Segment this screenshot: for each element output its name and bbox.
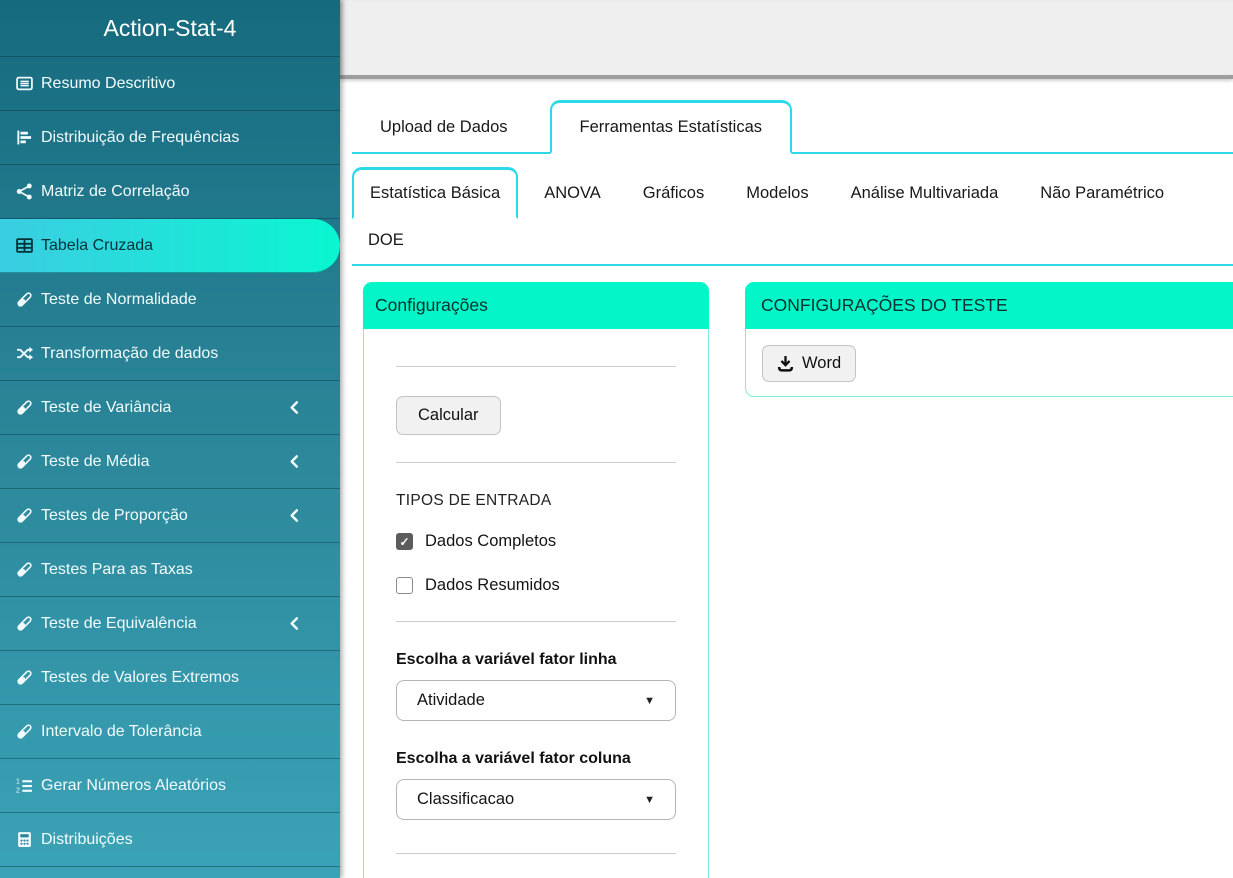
vial-icon: [16, 561, 41, 578]
sidebar-item-teste-de-variancia[interactable]: Teste de Variância: [0, 381, 340, 435]
sidebar-item-label: Testes Para as Taxas: [41, 560, 193, 578]
sidebar-item-label: Resumo Descritivo: [41, 74, 176, 92]
sidebar-item-tabela-cruzada[interactable]: Tabela Cruzada: [0, 219, 340, 273]
vial-icon: [16, 453, 41, 470]
checkbox-checked-icon[interactable]: ✓: [396, 533, 413, 550]
shuffle-icon: [16, 345, 41, 362]
sidebar-item-label: Teste de Média: [41, 452, 150, 470]
tab-upload-de-dados[interactable]: Upload de Dados: [352, 103, 536, 152]
sidebar-item-label: Transformação de dados: [41, 344, 219, 362]
main-content: Upload de Dados Ferramentas Estatísticas …: [340, 85, 1233, 878]
svg-text:1: 1: [16, 779, 20, 786]
sidebar-item-label: Teste de Variância: [41, 398, 172, 416]
sidebar-item-testes-de-valores-extremos[interactable]: Testes de Valores Extremos: [0, 651, 340, 705]
top-header-bar: [340, 0, 1233, 79]
sidebar: Action-Stat-4 Resumo Descritivo Distribu…: [0, 0, 340, 878]
subtab-estatistica-basica[interactable]: Estatística Básica: [352, 167, 519, 219]
app-title: Action-Stat-4: [0, 0, 340, 57]
tab-ferramentas-estatisticas[interactable]: Ferramentas Estatísticas: [549, 100, 792, 154]
col-factor-select[interactable]: Classificacao ▼: [396, 779, 676, 820]
sidebar-item-label: Testes de Valores Extremos: [41, 668, 240, 686]
sidebar-item-resumo-descritivo[interactable]: Resumo Descritivo: [0, 57, 340, 111]
chevron-left-icon: [287, 508, 302, 523]
caret-down-icon: ▼: [644, 694, 655, 707]
sidebar-item-teste-de-equivalencia[interactable]: Teste de Equivalência: [0, 597, 340, 651]
sidebar-item-teste-de-normalidade[interactable]: Teste de Normalidade: [0, 273, 340, 327]
sidebar-item-label: Distribuição de Frequências: [41, 128, 240, 146]
sidebar-nav: Resumo Descritivo Distribuição de Frequê…: [0, 57, 340, 867]
divider: [396, 366, 676, 367]
sidebar-item-label: Teste de Normalidade: [41, 290, 197, 308]
table-icon: [16, 237, 41, 254]
config-panel-header: Configurações: [363, 282, 709, 329]
divider: [396, 853, 676, 854]
subtab-modelos[interactable]: Modelos: [730, 170, 824, 217]
svg-text:2: 2: [16, 788, 20, 794]
chevron-left-icon: [287, 400, 302, 415]
caret-down-icon: ▼: [644, 793, 655, 806]
sidebar-item-distribuicao-de-frequencias[interactable]: Distribuição de Frequências: [0, 111, 340, 165]
sidebar-item-label: Gerar Números Aleatórios: [41, 776, 226, 794]
subtab-doe[interactable]: DOE: [352, 217, 420, 264]
sidebar-item-label: Teste de Equivalência: [41, 614, 197, 632]
sidebar-item-intervalo-de-tolerancia[interactable]: Intervalo de Tolerância: [0, 705, 340, 759]
subtab-anova[interactable]: ANOVA: [528, 170, 617, 217]
col-factor-value: Classificacao: [417, 790, 515, 808]
sidebar-item-matriz-de-correlacao[interactable]: Matriz de Correlação: [0, 165, 340, 219]
checkbox-unchecked-icon[interactable]: [396, 577, 413, 594]
download-icon: [777, 355, 794, 372]
option-dados-resumidos[interactable]: Dados Resumidos: [396, 576, 676, 595]
sidebar-item-teste-de-media[interactable]: Teste de Média: [0, 435, 340, 489]
sidebar-item-label: Intervalo de Tolerância: [41, 722, 202, 740]
sidebar-item-label: Testes de Proporção: [41, 506, 188, 524]
vial-icon: [16, 669, 41, 686]
main-tab-bar: Upload de Dados Ferramentas Estatísticas: [352, 100, 1233, 154]
vial-icon: [16, 507, 41, 524]
sidebar-item-gerar-numeros-aleatorios[interactable]: 12 Gerar Números Aleatórios: [0, 759, 340, 813]
option-dados-completos[interactable]: ✓ Dados Completos: [396, 532, 676, 551]
list-alt-icon: [16, 75, 41, 92]
sidebar-item-testes-para-as-taxas[interactable]: Testes Para as Taxas: [0, 543, 340, 597]
row-factor-label: Escolha a variável fator linha: [396, 651, 617, 668]
vial-icon: [16, 723, 41, 740]
input-types-heading: TIPOS DE ENTRADA: [396, 492, 552, 509]
config-panel: Configurações Calcular TIPOS DE ENTRADA …: [363, 282, 709, 878]
col-factor-label: Escolha a variável fator coluna: [396, 750, 631, 767]
vial-icon: [16, 399, 41, 416]
row-factor-value: Atividade: [417, 691, 485, 709]
network-icon: [16, 183, 41, 200]
sidebar-item-testes-de-proporcao[interactable]: Testes de Proporção: [0, 489, 340, 543]
test-config-panel: CONFIGURAÇÕES DO TESTE Word: [745, 282, 1233, 397]
export-word-label: Word: [802, 354, 842, 372]
input-type-options: ✓ Dados Completos Dados Resumidos: [396, 532, 676, 595]
sidebar-item-label: Tabela Cruzada: [41, 236, 154, 254]
vial-icon: [16, 615, 41, 632]
vial-icon: [16, 291, 41, 308]
export-word-button[interactable]: Word: [762, 345, 857, 382]
subtab-analise-multivariada[interactable]: Análise Multivariada: [835, 170, 1015, 217]
calculator-icon: [16, 831, 41, 848]
list-ol-icon: 12: [16, 777, 41, 794]
chevron-left-icon: [287, 454, 302, 469]
config-panel-body: Calcular TIPOS DE ENTRADA ✓ Dados Comple…: [363, 329, 709, 878]
sidebar-item-transformacao-de-dados[interactable]: Transformação de dados: [0, 327, 340, 381]
sidebar-item-label: Distribuições: [41, 830, 133, 848]
test-config-panel-body: Word: [745, 329, 1233, 397]
divider: [396, 462, 676, 463]
chevron-left-icon: [287, 616, 302, 631]
sidebar-item-distribuicoes[interactable]: Distribuições: [0, 813, 340, 867]
freq-chart-icon: [16, 129, 41, 146]
row-factor-select[interactable]: Atividade ▼: [396, 680, 676, 721]
calculate-button[interactable]: Calcular: [396, 396, 501, 435]
sub-tab-bar: Estatística Básica ANOVA Gráficos Modelos An…: [352, 167, 1233, 266]
panels-row: Configurações Calcular TIPOS DE ENTRADA …: [363, 282, 1233, 878]
divider: [396, 621, 676, 622]
sidebar-item-label: Matriz de Correlação: [41, 182, 190, 200]
test-config-panel-header: CONFIGURAÇÕES DO TESTE: [745, 282, 1233, 329]
subtab-nao-parametrico[interactable]: Não Paramétrico: [1024, 170, 1180, 217]
subtab-graficos[interactable]: Gráficos: [627, 170, 720, 217]
